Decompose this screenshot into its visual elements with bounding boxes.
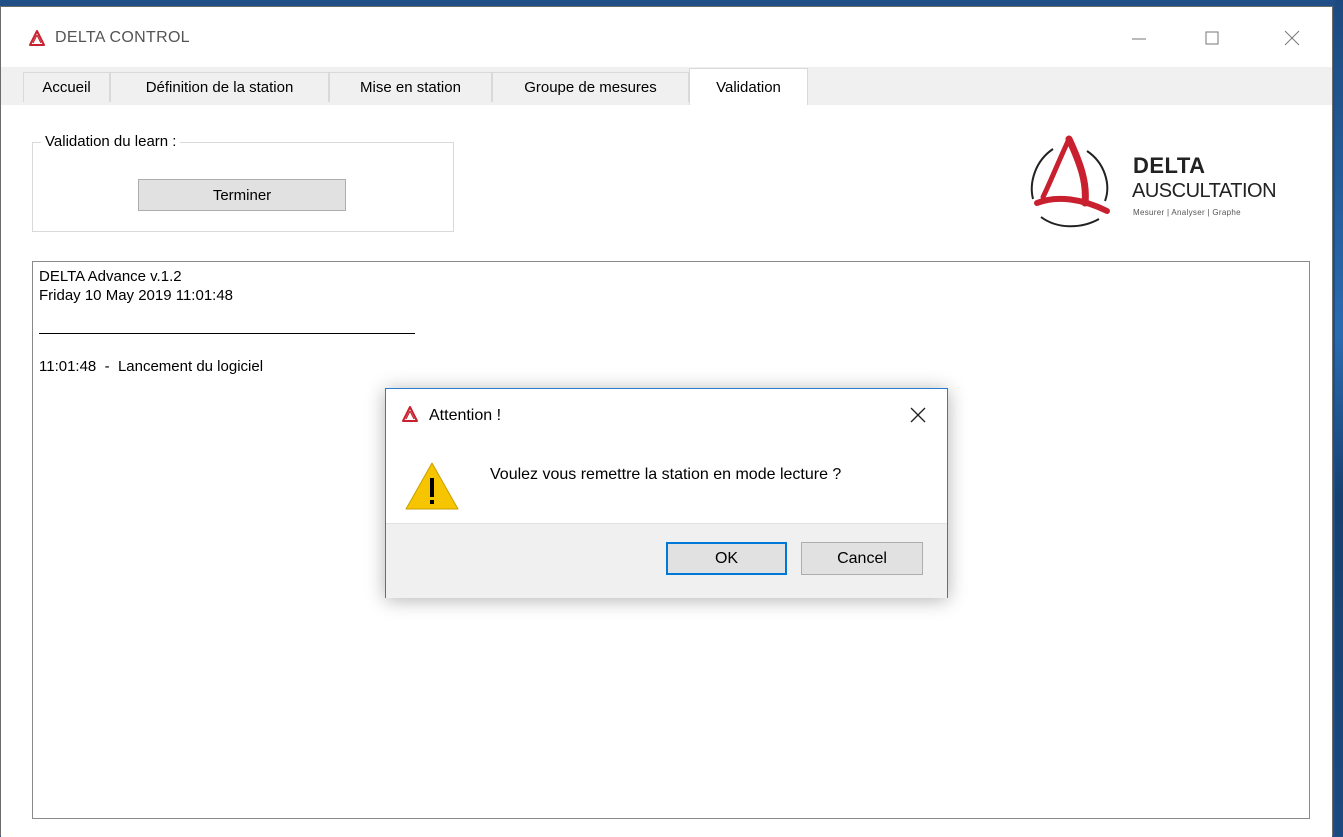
cancel-button[interactable]: Cancel (801, 542, 923, 575)
logo-delta-text: DELTA (1133, 153, 1206, 178)
tab-groupe-mesures[interactable]: Groupe de mesures (492, 72, 689, 102)
close-icon[interactable] (906, 403, 930, 427)
tab-label: Définition de la station (145, 79, 294, 96)
title-bar: DELTA CONTROL (1, 7, 1332, 67)
tab-validation[interactable]: Validation (689, 68, 808, 105)
group-title: Validation du learn : (41, 133, 181, 150)
log-date: Friday 10 May 2019 11:01:48 (39, 287, 234, 304)
desktop-background (1335, 0, 1343, 836)
logo-tagline: Mesurer | Analyser | Graphe (1133, 208, 1241, 217)
minimize-icon[interactable] (1128, 27, 1150, 49)
log-separator (39, 333, 415, 334)
dialog-footer: OK Cancel (386, 523, 947, 598)
delta-logo-icon (29, 30, 45, 46)
maximize-icon[interactable] (1201, 27, 1223, 49)
tab-bar: Accueil Définition de la station Mise en… (1, 67, 1332, 106)
delta-logo-icon (402, 406, 418, 422)
tab-label: Validation (716, 78, 781, 96)
log-version: DELTA Advance v.1.2 (39, 268, 182, 285)
tab-label: Mise en station (360, 79, 461, 96)
tab-mise-en-station[interactable]: Mise en station (329, 72, 492, 102)
terminer-button[interactable]: Terminer (138, 179, 346, 211)
tab-label: Groupe de mesures (524, 79, 657, 96)
ok-button[interactable]: OK (666, 542, 787, 575)
attention-dialog: Attention ! Voulez vous remettre la stat… (385, 388, 948, 598)
dialog-title: Attention ! (429, 407, 502, 424)
company-logo: DELTA AUSCULTATION Mesurer | Analyser | … (1023, 135, 1283, 235)
window-title: DELTA CONTROL (55, 29, 190, 46)
logo-auscultation-text: AUSCULTATION (1132, 180, 1277, 202)
delta-logo-mark-icon (1030, 135, 1110, 228)
validation-groupbox: Validation du learn : Terminer (32, 133, 454, 232)
warning-icon (405, 462, 459, 510)
close-icon[interactable] (1281, 27, 1303, 49)
tab-accueil[interactable]: Accueil (23, 72, 110, 102)
tab-definition-station[interactable]: Définition de la station (110, 72, 329, 102)
tab-label: Accueil (42, 79, 91, 96)
log-entry: 11:01:48 - Lancement du logiciel (39, 358, 264, 375)
dialog-message: Voulez vous remettre la station en mode … (490, 466, 842, 483)
